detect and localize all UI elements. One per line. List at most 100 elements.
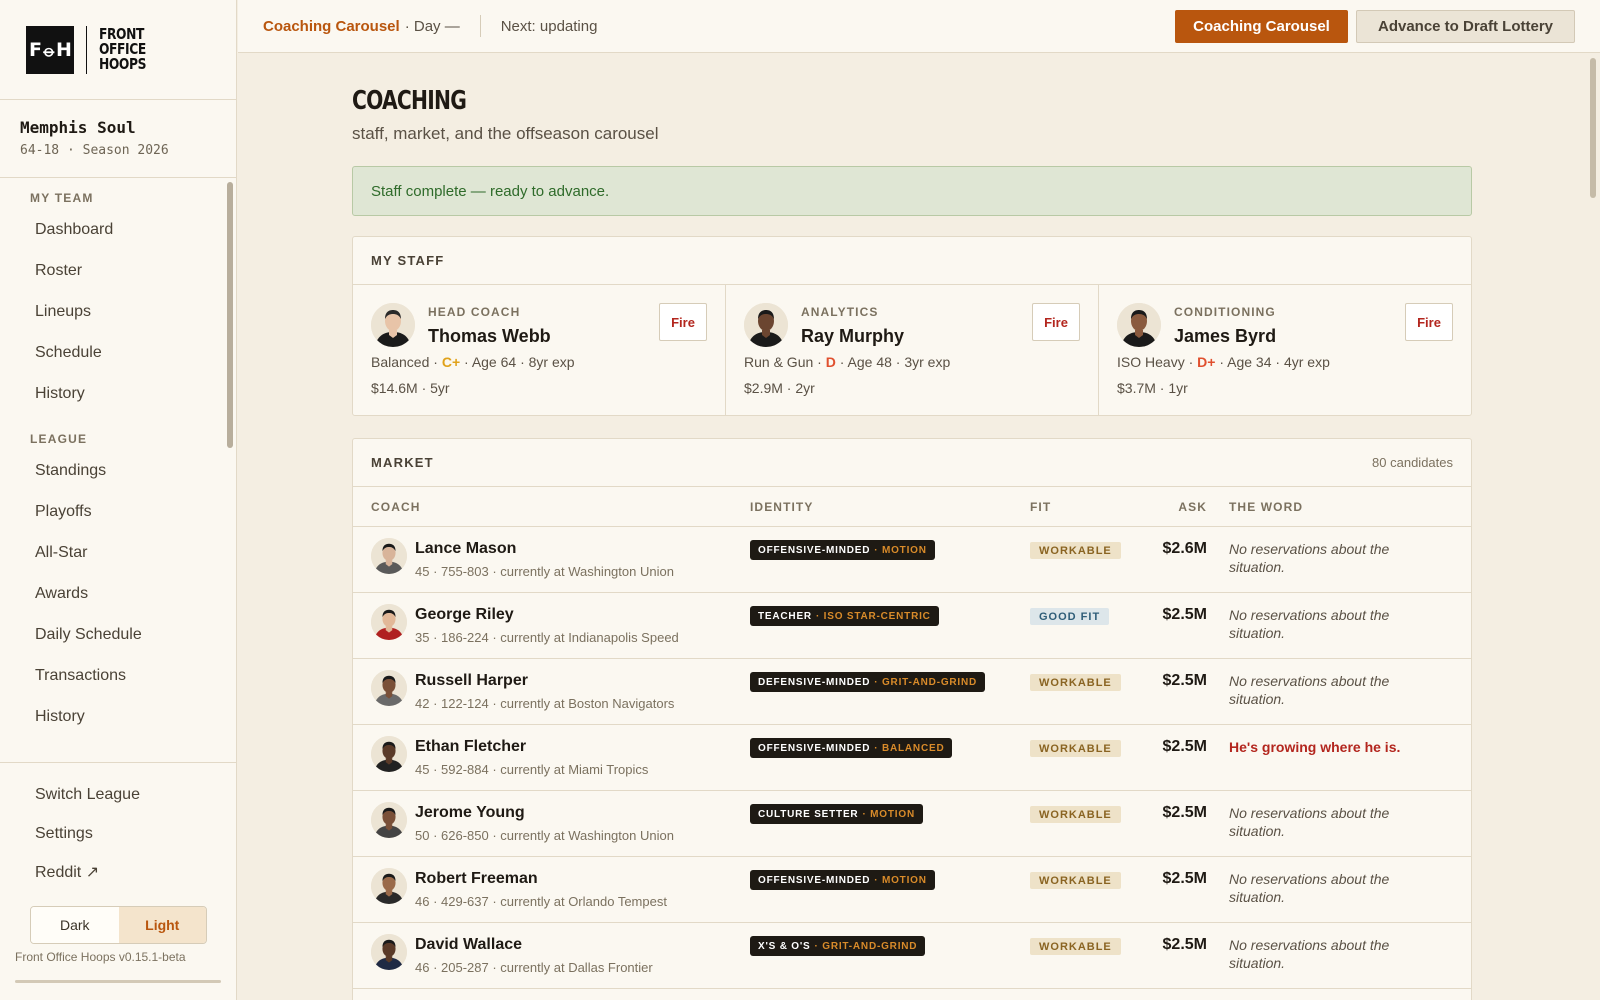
team-record: 64-18 · Season 2026 <box>20 143 169 158</box>
staff-role: CONDITIONING <box>1174 305 1276 319</box>
col-ask[interactable]: ASK <box>1178 500 1207 514</box>
sidebar-item-roster[interactable]: Roster <box>0 250 237 291</box>
staff-grade: D <box>825 354 836 370</box>
sidebar-item-reddit[interactable]: Reddit ↗ <box>0 853 237 892</box>
identity-secondary: · ISO STAR-CENTRIC <box>815 610 931 622</box>
coach-name[interactable]: David Wallace <box>415 936 522 954</box>
staff-name[interactable]: James Byrd <box>1174 326 1276 347</box>
the-word-text: No reservations about the situation. <box>1229 937 1390 971</box>
sidebar-item-league-transactions[interactable]: Transactions <box>0 655 237 696</box>
avatar <box>371 868 407 904</box>
staff-age: Age 34 <box>1227 354 1272 370</box>
col-fit[interactable]: FIT <box>1030 500 1051 514</box>
sidebar-item-league-daily-schedule[interactable]: Daily Schedule <box>0 614 237 655</box>
table-row[interactable]: Ethan Fletcher 45 · 592-884 · currently a… <box>353 725 1471 791</box>
app-version: Front Office Hoops v0.15.1-beta <box>15 950 186 964</box>
avatar <box>371 538 407 574</box>
sidebar: F⦵H FRONT OFFICE HOOPS Memphis Soul 64-1… <box>0 0 237 1000</box>
logo-wordmark: FRONT OFFICE HOOPS <box>99 25 147 73</box>
staff-meta: Run & Gun · D · Age 48 · 3yr exp <box>744 354 951 370</box>
fire-button[interactable]: Fire <box>1405 303 1453 341</box>
avatar <box>371 670 407 706</box>
brand-logo[interactable]: F⦵H FRONT OFFICE HOOPS <box>0 0 236 100</box>
identity-secondary: · BALANCED <box>874 742 945 754</box>
logo-divider <box>86 25 87 74</box>
avatar <box>371 736 407 772</box>
identity-secondary: · GRIT-AND-GRIND <box>814 940 918 952</box>
market-table-header: COACH IDENTITY FIT ASK THE WORD <box>353 487 1471 527</box>
avatar <box>371 303 415 347</box>
staff-exp: 4yr exp <box>1283 354 1330 370</box>
coach-meta: 35 · 186-224 · currently at Indianapolis… <box>415 630 679 645</box>
fire-button[interactable]: Fire <box>659 303 707 341</box>
staff-list: HEAD COACH Thomas Webb Balanced · C+ · Age… <box>353 285 1471 415</box>
staff-style: ISO Heavy <box>1117 354 1185 370</box>
coach-meta: 45 · 755-803 · currently at Washington U… <box>415 564 674 579</box>
ask-value: $2.5M <box>1162 672 1207 689</box>
staff-name[interactable]: Thomas Webb <box>428 326 551 347</box>
coach-name[interactable]: Lance Mason <box>415 540 516 558</box>
theme-light-button[interactable]: Light <box>118 907 206 943</box>
sidebar-item-dashboard[interactable]: Dashboard <box>0 209 237 250</box>
fit-badge: WORKABLE <box>1030 740 1121 757</box>
coaching-carousel-button[interactable]: Coaching Carousel <box>1175 10 1348 43</box>
col-coach[interactable]: COACH <box>371 500 421 514</box>
sidebar-item-schedule[interactable]: Schedule <box>0 332 237 373</box>
coach-meta: 50 · 626-850 · currently at Washington U… <box>415 828 674 843</box>
coach-name[interactable]: Ethan Fletcher <box>415 738 526 756</box>
my-staff-card: MY STAFF HEAD COACH Thomas Webb Balanced ·… <box>352 236 1472 416</box>
avatar <box>744 303 788 347</box>
staff-role: ANALYTICS <box>801 305 879 319</box>
avatar <box>371 802 407 838</box>
sidebar-item-league-history[interactable]: History <box>0 696 237 737</box>
staff-style: Run & Gun <box>744 354 814 370</box>
sidebar-item-history[interactable]: History <box>0 373 237 414</box>
fit-badge: WORKABLE <box>1030 806 1121 823</box>
coach-name[interactable]: George Riley <box>415 606 514 624</box>
main-scrollbar[interactable] <box>1590 58 1596 198</box>
advance-draft-lottery-button[interactable]: Advance to Draft Lottery <box>1356 10 1575 43</box>
staff-age: Age 64 <box>471 354 517 370</box>
table-row[interactable]: Lance Mason 45 · 755-803 · currently at W… <box>353 527 1471 593</box>
staff-meta: Balanced · C+ · Age 64 · 8yr exp <box>371 354 575 370</box>
col-identity[interactable]: IDENTITY <box>750 500 813 514</box>
the-word-text: No reservations about the situation. <box>1229 607 1390 641</box>
team-name: Memphis Soul <box>20 118 136 137</box>
sidebar-scrollbar[interactable] <box>227 182 233 448</box>
identity-primary: OFFENSIVE-MINDED <box>758 544 871 556</box>
sidebar-item-settings[interactable]: Settings <box>0 814 237 853</box>
table-row[interactable]: George Riley 35 · 186-224 · currently at … <box>353 593 1471 659</box>
identity-badge: OFFENSIVE-MINDED · BALANCED <box>750 738 953 758</box>
theme-dark-button[interactable]: Dark <box>31 907 119 943</box>
coach-name[interactable]: Russell Harper <box>415 672 528 690</box>
fit-badge: WORKABLE <box>1030 872 1121 889</box>
the-word-text: No reservations about the situation. <box>1229 541 1390 575</box>
sidebar-item-league-standings[interactable]: Standings <box>0 450 237 491</box>
fire-button[interactable]: Fire <box>1032 303 1080 341</box>
page-title: COACHING <box>352 86 467 116</box>
market-title: MARKET <box>371 455 434 470</box>
table-row[interactable]: David Wallace 46 · 205-287 · currently at… <box>353 923 1471 989</box>
the-word-text: He's growing where he is. <box>1229 739 1401 755</box>
sidebar-item-lineups[interactable]: Lineups <box>0 291 237 332</box>
col-the-word[interactable]: THE WORD <box>1229 500 1303 514</box>
staff-name[interactable]: Ray Murphy <box>801 326 904 347</box>
sidebar-item-league-all-star[interactable]: All-Star <box>0 532 237 573</box>
sidebar-item-league-awards[interactable]: Awards <box>0 573 237 614</box>
staff-contract: $3.7M · 1yr <box>1117 380 1188 396</box>
sidebar-item-switch-league[interactable]: Switch League <box>0 775 237 814</box>
identity-badge: X'S & O'S · GRIT-AND-GRIND <box>750 936 926 956</box>
identity-primary: OFFENSIVE-MINDED <box>758 874 871 886</box>
sidebar-horizontal-scrollbar[interactable] <box>15 980 221 983</box>
the-word-text: No reservations about the situation. <box>1229 673 1390 707</box>
identity-secondary: · MOTION <box>862 808 915 820</box>
table-row[interactable]: Russell Harper 42 · 122-124 · currently a… <box>353 659 1471 725</box>
ask-value: $2.5M <box>1162 738 1207 755</box>
ask-value: $2.5M <box>1162 804 1207 821</box>
coach-name[interactable]: Jerome Young <box>415 804 525 822</box>
sidebar-item-league-playoffs[interactable]: Playoffs <box>0 491 237 532</box>
table-row[interactable]: Jerome Young 50 · 626-850 · currently at … <box>353 791 1471 857</box>
page-subtitle: staff, market, and the offseason carouse… <box>352 124 659 143</box>
table-row[interactable]: Robert Freeman 46 · 429-637 · currently a… <box>353 857 1471 923</box>
coach-name[interactable]: Robert Freeman <box>415 870 538 888</box>
